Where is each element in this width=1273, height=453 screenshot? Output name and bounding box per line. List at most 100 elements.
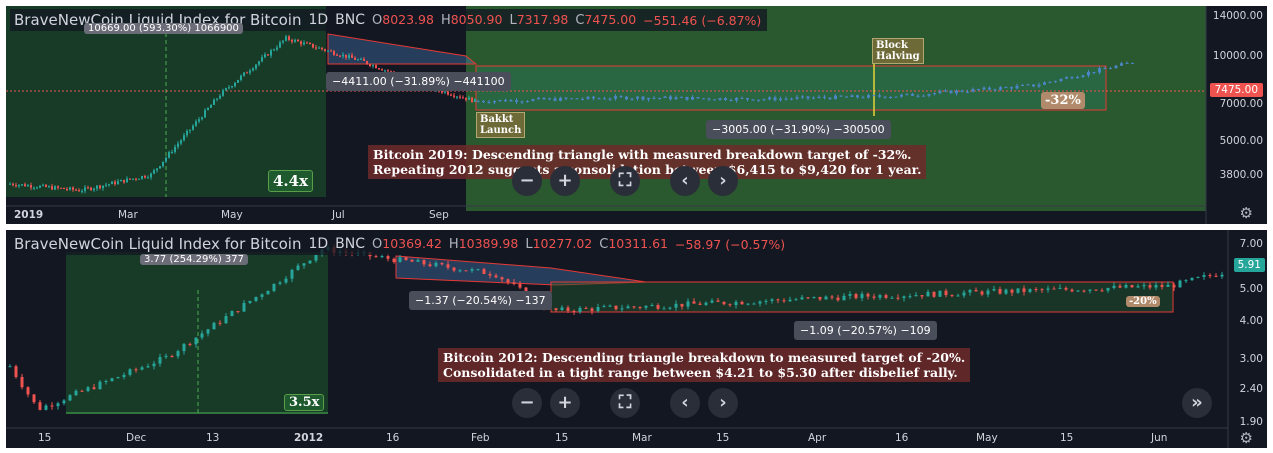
candle xyxy=(246,72,248,74)
candle xyxy=(321,47,323,50)
candle xyxy=(183,135,185,141)
reset-view-button[interactable]: ⛶ xyxy=(610,166,640,196)
candle xyxy=(782,300,786,302)
reset-view-button[interactable]: ⛶ xyxy=(610,388,640,418)
candle xyxy=(264,54,266,58)
analysis-note-line-1: Bitcoin 2019: Descending triangle with m… xyxy=(373,147,912,162)
candle xyxy=(20,376,24,388)
x-tick: 2012 xyxy=(294,432,324,444)
candle xyxy=(674,97,678,100)
candle xyxy=(746,303,750,305)
candle xyxy=(762,99,766,101)
candle xyxy=(692,301,696,304)
settings-gear-icon[interactable]: ⚙ xyxy=(1240,204,1253,222)
candle xyxy=(658,97,661,99)
candle xyxy=(90,187,92,191)
candle xyxy=(1016,288,1020,293)
candle xyxy=(230,311,234,317)
candle xyxy=(255,64,257,69)
candle xyxy=(158,357,162,364)
candle xyxy=(500,277,504,280)
candle xyxy=(735,97,738,101)
candle xyxy=(914,295,918,297)
candle xyxy=(93,188,95,191)
candle xyxy=(210,104,212,108)
candle xyxy=(1032,84,1035,87)
y-tick: 10000.00 xyxy=(1212,50,1263,62)
low-value: 10277.02 xyxy=(532,236,593,251)
candle xyxy=(1142,285,1146,287)
scroll-right-button[interactable]: › xyxy=(708,388,738,418)
candle xyxy=(993,89,997,91)
interval-label[interactable]: 1D xyxy=(308,236,328,252)
candle xyxy=(374,256,378,258)
candle xyxy=(872,95,876,97)
zoom-in-button[interactable]: + xyxy=(550,388,580,418)
price-axis xyxy=(1206,6,1267,224)
zoom-out-button[interactable]: − xyxy=(512,388,542,418)
candle xyxy=(986,290,990,295)
candle xyxy=(992,289,996,291)
candle xyxy=(902,296,906,299)
candle xyxy=(92,387,96,390)
candle xyxy=(57,186,59,188)
candle xyxy=(236,311,240,313)
candle xyxy=(818,296,822,300)
candle xyxy=(327,50,329,52)
candle xyxy=(302,263,306,266)
x-tick: 16 xyxy=(895,432,909,444)
candle xyxy=(982,87,986,90)
interval-label[interactable]: 1D xyxy=(308,12,328,28)
candle xyxy=(68,395,72,401)
settings-gear-icon[interactable]: ⚙ xyxy=(1240,429,1253,447)
candle xyxy=(1010,289,1014,293)
candle xyxy=(1136,286,1140,288)
candle xyxy=(867,95,870,98)
scroll-to-realtime-button[interactable]: » xyxy=(1182,388,1212,418)
candle xyxy=(102,185,104,189)
candle xyxy=(1092,71,1096,73)
chart-panel-2012[interactable]: BraveNewCoin Liquid Index for Bitcoin 1D… xyxy=(6,230,1267,448)
candle xyxy=(1202,275,1206,277)
candle xyxy=(222,90,224,96)
candle xyxy=(834,95,837,100)
candle xyxy=(1154,284,1158,288)
open-label: O xyxy=(372,13,383,28)
candle xyxy=(351,55,353,58)
candle xyxy=(1026,84,1030,86)
candle xyxy=(104,381,108,383)
candle xyxy=(548,98,551,100)
zoom-in-button[interactable]: + xyxy=(550,166,580,196)
candle xyxy=(333,51,335,55)
candle xyxy=(45,184,47,187)
candle xyxy=(757,99,760,101)
candle xyxy=(554,308,558,310)
y-tick: 7.00 xyxy=(1239,238,1263,250)
candle xyxy=(668,307,672,309)
candle xyxy=(1037,84,1041,87)
candle xyxy=(1059,78,1063,82)
symbol-title[interactable]: BraveNewCoin Liquid Index for Bitcoin xyxy=(14,235,301,253)
candle xyxy=(1040,289,1044,291)
x-tick: Dec xyxy=(126,432,147,444)
candle xyxy=(498,99,502,102)
scroll-left-button[interactable]: ‹ xyxy=(670,166,700,196)
zoom-out-button[interactable]: − xyxy=(512,166,542,196)
candle xyxy=(1103,68,1107,70)
candle xyxy=(1088,289,1092,291)
chart-panel-2019[interactable]: BraveNewCoin Liquid Index for Bitcoin 1D… xyxy=(6,6,1267,224)
candle xyxy=(553,98,557,101)
candle xyxy=(378,68,380,70)
y-tick: 4.00 xyxy=(1239,315,1263,327)
candle xyxy=(194,337,198,345)
scroll-right-button[interactable]: › xyxy=(708,166,738,196)
candle xyxy=(207,107,209,110)
y-tick: 3.00 xyxy=(1239,353,1263,365)
candle xyxy=(1184,280,1188,282)
target-measure-label: −1.09 (−20.57%) −109 xyxy=(794,321,937,340)
candle xyxy=(177,143,179,147)
scroll-left-button[interactable]: ‹ xyxy=(670,388,700,418)
candle xyxy=(126,178,128,183)
candle xyxy=(790,98,793,100)
candle xyxy=(84,187,86,192)
